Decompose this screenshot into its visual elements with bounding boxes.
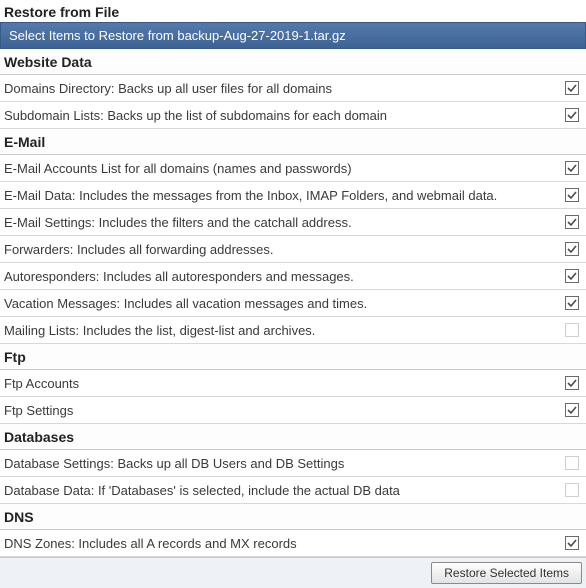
- option-row: Subdomain Lists: Backs up the list of su…: [0, 102, 586, 129]
- option-label: Subdomain Lists: Backs up the list of su…: [4, 108, 564, 123]
- checkbox-unchecked-icon[interactable]: [564, 322, 580, 338]
- checkbox-checked-icon[interactable]: [564, 241, 580, 257]
- option-label: Forwarders: Includes all forwarding addr…: [4, 242, 564, 257]
- option-label: E-Mail Data: Includes the messages from …: [4, 188, 564, 203]
- checkbox-checked-icon[interactable]: [564, 535, 580, 551]
- option-row: E-Mail Settings: Includes the filters an…: [0, 209, 586, 236]
- option-label: Ftp Settings: [4, 403, 564, 418]
- option-row: Autoresponders: Includes all autorespond…: [0, 263, 586, 290]
- checkbox-checked-icon[interactable]: [564, 187, 580, 203]
- restore-button[interactable]: Restore Selected Items: [431, 562, 582, 584]
- option-label: Ftp Accounts: [4, 376, 564, 391]
- option-row: Mailing Lists: Includes the list, digest…: [0, 317, 586, 344]
- option-label: Autoresponders: Includes all autorespond…: [4, 269, 564, 284]
- option-label: Domains Directory: Backs up all user fil…: [4, 81, 564, 96]
- checkbox-checked-icon[interactable]: [564, 214, 580, 230]
- checkbox-checked-icon[interactable]: [564, 375, 580, 391]
- checkbox-unchecked-icon[interactable]: [564, 482, 580, 498]
- section-header: Ftp: [0, 344, 586, 370]
- option-row: DNS Zones: Includes all A records and MX…: [0, 530, 586, 557]
- option-label: E-Mail Accounts List for all domains (na…: [4, 161, 564, 176]
- checkbox-checked-icon[interactable]: [564, 80, 580, 96]
- option-label: Database Data: If 'Databases' is selecte…: [4, 483, 564, 498]
- option-label: Database Settings: Backs up all DB Users…: [4, 456, 564, 471]
- section-header: Website Data: [0, 49, 586, 75]
- option-row: Ftp Accounts: [0, 370, 586, 397]
- subtitle-bar: Select Items to Restore from backup-Aug-…: [0, 22, 586, 49]
- checkbox-unchecked-icon[interactable]: [564, 455, 580, 471]
- restore-panel: Restore from File Select Items to Restor…: [0, 0, 586, 588]
- option-row: Vacation Messages: Includes all vacation…: [0, 290, 586, 317]
- section-header: Databases: [0, 424, 586, 450]
- option-row: E-Mail Data: Includes the messages from …: [0, 182, 586, 209]
- checkbox-checked-icon[interactable]: [564, 160, 580, 176]
- option-label: DNS Zones: Includes all A records and MX…: [4, 536, 564, 551]
- page-title: Restore from File: [0, 0, 586, 22]
- footer: Restore Selected Items: [0, 557, 586, 588]
- option-row: Database Data: If 'Databases' is selecte…: [0, 477, 586, 504]
- option-label: Vacation Messages: Includes all vacation…: [4, 296, 564, 311]
- checkbox-checked-icon[interactable]: [564, 402, 580, 418]
- option-row: Ftp Settings: [0, 397, 586, 424]
- checkbox-checked-icon[interactable]: [564, 268, 580, 284]
- option-row: Forwarders: Includes all forwarding addr…: [0, 236, 586, 263]
- option-row: Database Settings: Backs up all DB Users…: [0, 450, 586, 477]
- checkbox-checked-icon[interactable]: [564, 295, 580, 311]
- section-header: DNS: [0, 504, 586, 530]
- checkbox-checked-icon[interactable]: [564, 107, 580, 123]
- option-label: E-Mail Settings: Includes the filters an…: [4, 215, 564, 230]
- sections-container: Website Data Domains Directory: Backs up …: [0, 49, 586, 557]
- option-row: E-Mail Accounts List for all domains (na…: [0, 155, 586, 182]
- option-row: Domains Directory: Backs up all user fil…: [0, 75, 586, 102]
- option-label: Mailing Lists: Includes the list, digest…: [4, 323, 564, 338]
- section-header: E-Mail: [0, 129, 586, 155]
